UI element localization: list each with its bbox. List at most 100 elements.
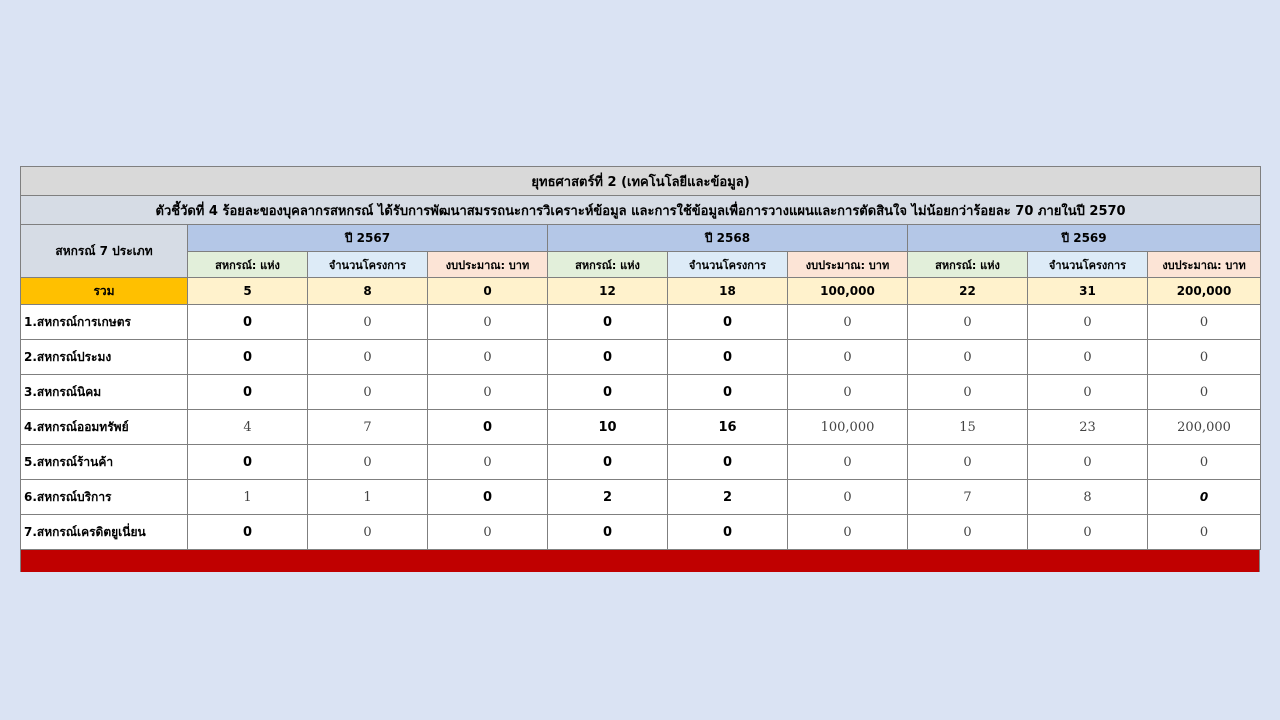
table-cell: 0 — [667, 374, 788, 410]
table-row: 2.สหกรณ์ประมง 0 0 0 0 0 0 0 0 0 — [20, 339, 1262, 375]
table-cell: 23 — [1027, 409, 1148, 445]
table-cell: 0 — [187, 514, 308, 550]
table-cell: 0 — [1146, 514, 1262, 550]
table-cell: 0 — [307, 339, 428, 375]
table-cell: 0 — [547, 514, 668, 550]
total-row: รวม 5 8 0 12 18 100,000 22 31 200,000 — [20, 277, 1262, 305]
total-label: รวม — [20, 277, 188, 305]
table-row: 1.สหกรณ์การเกษตร 0 0 0 0 0 0 0 0 0 — [20, 304, 1262, 340]
table-cell: 0 — [787, 304, 908, 340]
table-cell: 0 — [1027, 444, 1148, 480]
table-cell: 0 — [667, 339, 788, 375]
table-cell: 0 — [787, 339, 908, 375]
table-cell: 0 — [427, 304, 548, 340]
table-cell: 8 — [1027, 479, 1148, 515]
table-cell: 0 — [667, 514, 788, 550]
row-label: 7.สหกรณ์เครดิตยูเนี่ยน — [20, 514, 188, 550]
footer-bar — [20, 550, 1260, 572]
table-cell: 0 — [307, 374, 428, 410]
table-cell: 0 — [427, 514, 548, 550]
table-row: 6.สหกรณ์บริการ 1 1 0 2 2 0 7 8 0 — [20, 479, 1262, 515]
table-cell: 0 — [907, 444, 1028, 480]
total-cell: 8 — [307, 277, 428, 305]
table-cell: 0 — [907, 374, 1028, 410]
table-row: 3.สหกรณ์นิคม 0 0 0 0 0 0 0 0 0 — [20, 374, 1262, 410]
total-cell: 31 — [1027, 277, 1148, 305]
table-cell: 0 — [907, 339, 1028, 375]
table-cell: 0 — [427, 444, 548, 480]
table-cell: 0 — [1027, 339, 1148, 375]
table-cell: 0 — [1146, 304, 1262, 340]
year-header-2567: ปี 2567 — [187, 224, 548, 252]
table-cell: 7 — [307, 409, 428, 445]
total-cell: 18 — [667, 277, 788, 305]
subheader-projects: จำนวนโครงการ — [667, 251, 788, 278]
table-cell: 0 — [787, 514, 908, 550]
table-row: 5.สหกรณ์ร้านค้า 0 0 0 0 0 0 0 0 0 — [20, 444, 1262, 480]
table-cell: 4 — [187, 409, 308, 445]
row-label: 5.สหกรณ์ร้านค้า — [20, 444, 188, 480]
table-cell: 0 — [1146, 374, 1262, 410]
table-cell: 7 — [907, 479, 1028, 515]
table-cell: 0 — [427, 374, 548, 410]
table-cell: 0 — [187, 304, 308, 340]
total-cell: 22 — [907, 277, 1028, 305]
subheader-budget: งบประมาณ: บาท — [427, 251, 548, 278]
total-cell: 12 — [547, 277, 668, 305]
table-cell: 0 — [1146, 339, 1262, 375]
table-cell: 0 — [907, 514, 1028, 550]
table-cell: 0 — [187, 339, 308, 375]
table-cell: 0 — [1027, 374, 1148, 410]
table-cell: 0 — [307, 304, 428, 340]
strategy-table: ยุทธศาสตร์ที่ 2 (เทคโนโลยีและข้อมูล) ตัว… — [19, 166, 1262, 550]
subheader-budget: งบประมาณ: บาท — [1146, 251, 1262, 278]
indicator-text: ตัวชี้วัดที่ 4 ร้อยละของบุคลากรสหกรณ์ ได… — [19, 195, 1262, 225]
table-cell: 0 — [1146, 444, 1262, 480]
table-cell: 0 — [427, 409, 548, 445]
table-cell: 0 — [547, 374, 668, 410]
table-cell: 0 — [547, 339, 668, 375]
table-cell: 0 — [1027, 514, 1148, 550]
subheader-cooperatives: สหกรณ์: แห่ง — [907, 251, 1028, 278]
table-cell: 0 — [1146, 479, 1262, 515]
table-cell: 0 — [907, 304, 1028, 340]
table-row: 4.สหกรณ์ออมทรัพย์ 4 7 0 10 16 100,000 15 23 200,0… — [20, 409, 1262, 445]
group-label: สหกรณ์ 7 ประเภท — [20, 224, 188, 278]
table-cell: 0 — [547, 304, 668, 340]
subheader-cooperatives: สหกรณ์: แห่ง — [187, 251, 308, 278]
table-row: 7.สหกรณ์เครดิตยูเนี่ยน 0 0 0 0 0 0 0 0 0 — [20, 514, 1262, 550]
table-cell: 0 — [427, 339, 548, 375]
table-cell: 0 — [187, 374, 308, 410]
table-cell: 200,000 — [1146, 409, 1262, 445]
subheader-projects: จำนวนโครงการ — [307, 251, 428, 278]
table-cell: 10 — [547, 409, 668, 445]
table-cell: 16 — [667, 409, 788, 445]
table-cell: 0 — [787, 479, 908, 515]
strategy-table-sheet: ยุทธศาสตร์ที่ 2 (เทคโนโลยีและข้อมูล) ตัว… — [19, 166, 1262, 572]
table-cell: 1 — [187, 479, 308, 515]
table-cell: 1 — [307, 479, 428, 515]
table-cell: 0 — [667, 304, 788, 340]
table-cell: 2 — [547, 479, 668, 515]
table-cell: 0 — [787, 444, 908, 480]
total-cell: 100,000 — [787, 277, 908, 305]
table-cell: 0 — [787, 374, 908, 410]
table-cell: 0 — [1027, 304, 1148, 340]
table-cell: 0 — [307, 514, 428, 550]
table-cell: 0 — [427, 479, 548, 515]
subheader-budget: งบประมาณ: บาท — [787, 251, 908, 278]
table-cell: 0 — [547, 444, 668, 480]
table-cell: 2 — [667, 479, 788, 515]
table-cell: 100,000 — [787, 409, 908, 445]
table-cell: 0 — [667, 444, 788, 480]
subheader-projects: จำนวนโครงการ — [1027, 251, 1148, 278]
table-cell: 15 — [907, 409, 1028, 445]
row-label: 1.สหกรณ์การเกษตร — [20, 304, 188, 340]
row-label: 4.สหกรณ์ออมทรัพย์ — [20, 409, 188, 445]
row-label: 6.สหกรณ์บริการ — [20, 479, 188, 515]
table-title: ยุทธศาสตร์ที่ 2 (เทคโนโลยีและข้อมูล) — [19, 166, 1262, 196]
row-label: 3.สหกรณ์นิคม — [20, 374, 188, 410]
total-cell: 200,000 — [1146, 277, 1262, 305]
total-cell: 5 — [187, 277, 308, 305]
year-header-2569: ปี 2569 — [906, 224, 1262, 252]
